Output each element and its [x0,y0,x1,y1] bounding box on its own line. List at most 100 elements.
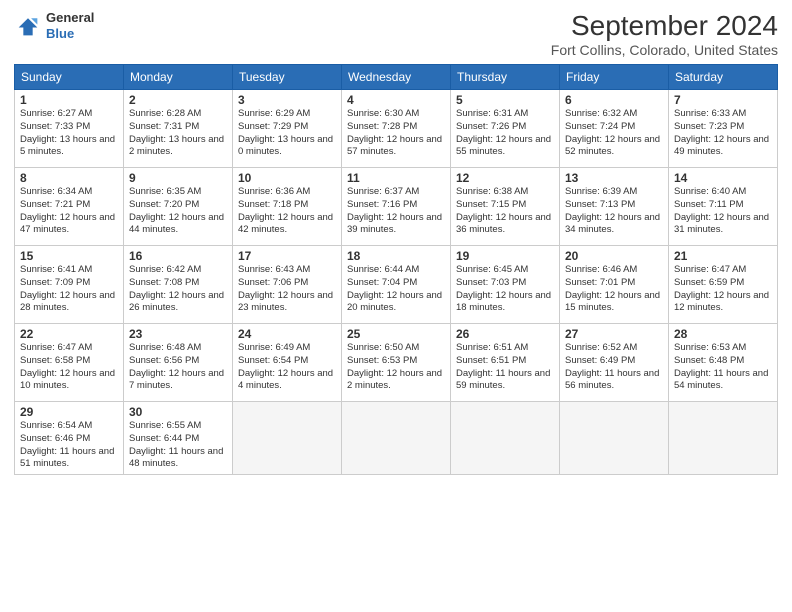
day-number: 6 [565,93,663,107]
table-cell: 29Sunrise: 6:54 AMSunset: 6:46 PMDayligh… [15,402,124,475]
table-cell: 16Sunrise: 6:42 AMSunset: 7:08 PMDayligh… [124,246,233,324]
table-cell: 20Sunrise: 6:46 AMSunset: 7:01 PMDayligh… [560,246,669,324]
day-number: 16 [129,249,227,263]
table-cell: 4Sunrise: 6:30 AMSunset: 7:28 PMDaylight… [342,90,451,168]
day-number: 2 [129,93,227,107]
table-cell: 1Sunrise: 6:27 AMSunset: 7:33 PMDaylight… [15,90,124,168]
table-cell: 13Sunrise: 6:39 AMSunset: 7:13 PMDayligh… [560,168,669,246]
week-row: 15Sunrise: 6:41 AMSunset: 7:09 PMDayligh… [15,246,778,324]
day-number: 7 [674,93,772,107]
table-cell: 30Sunrise: 6:55 AMSunset: 6:44 PMDayligh… [124,402,233,475]
day-info: Sunrise: 6:54 AMSunset: 6:46 PMDaylight:… [20,420,118,471]
header-thursday: Thursday [451,65,560,90]
logo-general: General [46,10,94,26]
day-number: 10 [238,171,336,185]
day-info: Sunrise: 6:49 AMSunset: 6:54 PMDaylight:… [238,342,336,393]
day-info: Sunrise: 6:50 AMSunset: 6:53 PMDaylight:… [347,342,445,393]
day-info: Sunrise: 6:38 AMSunset: 7:15 PMDaylight:… [456,186,554,237]
table-cell: 11Sunrise: 6:37 AMSunset: 7:16 PMDayligh… [342,168,451,246]
logo-icon [14,12,42,40]
table-cell [233,402,342,475]
day-number: 17 [238,249,336,263]
day-info: Sunrise: 6:53 AMSunset: 6:48 PMDaylight:… [674,342,772,393]
day-info: Sunrise: 6:28 AMSunset: 7:31 PMDaylight:… [129,108,227,159]
week-row: 22Sunrise: 6:47 AMSunset: 6:58 PMDayligh… [15,324,778,402]
table-cell: 9Sunrise: 6:35 AMSunset: 7:20 PMDaylight… [124,168,233,246]
page-container: General Blue September 2024 Fort Collins… [0,0,792,481]
day-info: Sunrise: 6:43 AMSunset: 7:06 PMDaylight:… [238,264,336,315]
table-cell [342,402,451,475]
day-info: Sunrise: 6:40 AMSunset: 7:11 PMDaylight:… [674,186,772,237]
day-info: Sunrise: 6:48 AMSunset: 6:56 PMDaylight:… [129,342,227,393]
table-cell: 19Sunrise: 6:45 AMSunset: 7:03 PMDayligh… [451,246,560,324]
table-cell: 23Sunrise: 6:48 AMSunset: 6:56 PMDayligh… [124,324,233,402]
logo-text: General Blue [46,10,94,41]
day-number: 9 [129,171,227,185]
day-number: 12 [456,171,554,185]
day-number: 26 [456,327,554,341]
day-info: Sunrise: 6:36 AMSunset: 7:18 PMDaylight:… [238,186,336,237]
day-info: Sunrise: 6:39 AMSunset: 7:13 PMDaylight:… [565,186,663,237]
day-info: Sunrise: 6:45 AMSunset: 7:03 PMDaylight:… [456,264,554,315]
table-cell: 22Sunrise: 6:47 AMSunset: 6:58 PMDayligh… [15,324,124,402]
header-monday: Monday [124,65,233,90]
day-info: Sunrise: 6:32 AMSunset: 7:24 PMDaylight:… [565,108,663,159]
day-number: 20 [565,249,663,263]
header-wednesday: Wednesday [342,65,451,90]
table-cell [669,402,778,475]
table-cell [560,402,669,475]
table-cell [451,402,560,475]
day-info: Sunrise: 6:51 AMSunset: 6:51 PMDaylight:… [456,342,554,393]
day-number: 5 [456,93,554,107]
day-number: 24 [238,327,336,341]
table-cell: 17Sunrise: 6:43 AMSunset: 7:06 PMDayligh… [233,246,342,324]
week-row: 29Sunrise: 6:54 AMSunset: 6:46 PMDayligh… [15,402,778,475]
week-row: 1Sunrise: 6:27 AMSunset: 7:33 PMDaylight… [15,90,778,168]
table-cell: 25Sunrise: 6:50 AMSunset: 6:53 PMDayligh… [342,324,451,402]
day-number: 14 [674,171,772,185]
day-number: 4 [347,93,445,107]
header-sunday: Sunday [15,65,124,90]
table-cell: 6Sunrise: 6:32 AMSunset: 7:24 PMDaylight… [560,90,669,168]
day-info: Sunrise: 6:42 AMSunset: 7:08 PMDaylight:… [129,264,227,315]
calendar-title: September 2024 [551,10,778,42]
table-cell: 26Sunrise: 6:51 AMSunset: 6:51 PMDayligh… [451,324,560,402]
day-number: 28 [674,327,772,341]
day-info: Sunrise: 6:41 AMSunset: 7:09 PMDaylight:… [20,264,118,315]
logo-blue: Blue [46,26,94,42]
day-number: 3 [238,93,336,107]
table-cell: 28Sunrise: 6:53 AMSunset: 6:48 PMDayligh… [669,324,778,402]
day-info: Sunrise: 6:44 AMSunset: 7:04 PMDaylight:… [347,264,445,315]
day-info: Sunrise: 6:27 AMSunset: 7:33 PMDaylight:… [20,108,118,159]
day-number: 15 [20,249,118,263]
title-block: September 2024 Fort Collins, Colorado, U… [551,10,778,58]
day-number: 18 [347,249,445,263]
day-number: 27 [565,327,663,341]
day-number: 25 [347,327,445,341]
day-info: Sunrise: 6:29 AMSunset: 7:29 PMDaylight:… [238,108,336,159]
header-friday: Friday [560,65,669,90]
table-cell: 12Sunrise: 6:38 AMSunset: 7:15 PMDayligh… [451,168,560,246]
calendar-subtitle: Fort Collins, Colorado, United States [551,42,778,58]
day-info: Sunrise: 6:33 AMSunset: 7:23 PMDaylight:… [674,108,772,159]
day-number: 22 [20,327,118,341]
day-info: Sunrise: 6:34 AMSunset: 7:21 PMDaylight:… [20,186,118,237]
header-tuesday: Tuesday [233,65,342,90]
logo: General Blue [14,10,94,41]
header-saturday: Saturday [669,65,778,90]
table-cell: 10Sunrise: 6:36 AMSunset: 7:18 PMDayligh… [233,168,342,246]
header: General Blue September 2024 Fort Collins… [14,10,778,58]
table-cell: 15Sunrise: 6:41 AMSunset: 7:09 PMDayligh… [15,246,124,324]
table-cell: 7Sunrise: 6:33 AMSunset: 7:23 PMDaylight… [669,90,778,168]
day-number: 11 [347,171,445,185]
table-cell: 14Sunrise: 6:40 AMSunset: 7:11 PMDayligh… [669,168,778,246]
day-info: Sunrise: 6:52 AMSunset: 6:49 PMDaylight:… [565,342,663,393]
calendar-table: Sunday Monday Tuesday Wednesday Thursday… [14,64,778,475]
day-info: Sunrise: 6:46 AMSunset: 7:01 PMDaylight:… [565,264,663,315]
table-cell: 5Sunrise: 6:31 AMSunset: 7:26 PMDaylight… [451,90,560,168]
table-cell: 8Sunrise: 6:34 AMSunset: 7:21 PMDaylight… [15,168,124,246]
week-row: 8Sunrise: 6:34 AMSunset: 7:21 PMDaylight… [15,168,778,246]
table-cell: 2Sunrise: 6:28 AMSunset: 7:31 PMDaylight… [124,90,233,168]
day-info: Sunrise: 6:37 AMSunset: 7:16 PMDaylight:… [347,186,445,237]
day-number: 1 [20,93,118,107]
